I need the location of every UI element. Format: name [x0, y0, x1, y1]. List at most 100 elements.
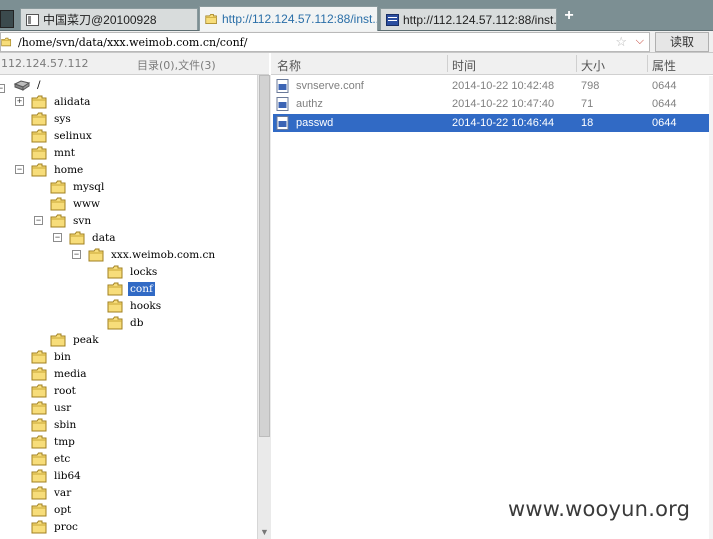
folder-icon — [31, 401, 48, 415]
host-label: 112.124.57.112 — [1, 57, 89, 70]
tree-node-opt[interactable]: opt — [31, 501, 73, 518]
tree-node-tmp[interactable]: tmp — [31, 433, 77, 450]
file-time: 2014-10-22 10:42:48 — [452, 80, 555, 92]
tree-node-label: xxx.weimob.com.cn — [111, 248, 216, 261]
folder-open-icon — [107, 282, 124, 296]
watermark: www.wooyun.org — [508, 497, 691, 521]
file-icon — [276, 79, 289, 93]
tree-node-mysql[interactable]: mysql — [50, 178, 106, 195]
column-divider[interactable] — [647, 55, 648, 72]
tree-node-db[interactable]: db — [107, 314, 145, 331]
tree-node-root[interactable]: root — [31, 382, 78, 399]
chevron-down-icon[interactable]: ⌵ — [636, 35, 644, 48]
folder-icon — [31, 112, 48, 126]
tree-node-label: home — [54, 163, 84, 176]
collapse-icon[interactable]: − — [53, 233, 62, 242]
column-divider[interactable] — [447, 55, 448, 72]
tree-node-media[interactable]: media — [31, 365, 89, 382]
column-divider[interactable] — [576, 55, 577, 72]
tree-node-hooks[interactable]: hooks — [107, 297, 163, 314]
column-header-name[interactable]: 名称 — [277, 57, 301, 74]
tree-node-sbin[interactable]: sbin — [31, 416, 78, 433]
tree-node-usr[interactable]: usr — [31, 399, 73, 416]
tree-node-alidata[interactable]: + alidata — [15, 93, 92, 110]
directory-tree: − / + alidata sys selinux mnt − home mys… — [0, 75, 257, 539]
tree-node-var[interactable]: var — [31, 484, 73, 501]
tree-node-conf[interactable]: conf — [107, 280, 155, 297]
tree-root[interactable]: − / — [0, 76, 43, 93]
tab-caidao[interactable]: 中国菜刀@20100928 — [20, 8, 198, 30]
collapse-icon[interactable]: − — [0, 84, 5, 93]
folder-icon — [1, 37, 12, 47]
folder-icon — [50, 197, 67, 211]
tree-node-label: media — [54, 367, 87, 380]
read-button[interactable]: 读取 — [655, 32, 709, 52]
folder-icon — [31, 469, 48, 483]
folder-icon — [107, 316, 124, 330]
bookmark-star-icon[interactable]: ☆ — [615, 34, 627, 50]
tree-node-etc[interactable]: etc — [31, 450, 72, 467]
tree-node-data[interactable]: − data — [53, 229, 117, 246]
collapse-icon[interactable]: − — [72, 250, 81, 259]
scroll-down-icon[interactable]: ▼ — [260, 527, 269, 537]
tree-node-bin[interactable]: bin — [31, 348, 73, 365]
column-header-attr[interactable]: 属性 — [652, 57, 676, 74]
column-header-size[interactable]: 大小 — [581, 57, 605, 74]
tree-node-label: conf — [128, 281, 155, 296]
file-row-authz[interactable]: authz 2014-10-22 10:47:40 71 0644 — [273, 95, 709, 113]
scrollbar-thumb[interactable] — [259, 75, 270, 437]
tree-node-locks[interactable]: locks — [107, 263, 159, 280]
tab-label: http://112.124.57.112:88/inst... — [222, 12, 378, 26]
folder-icon — [31, 350, 48, 364]
tree-node-label: mnt — [54, 146, 75, 159]
file-time: 2014-10-22 10:47:40 — [452, 98, 555, 110]
tree-node-label: opt — [54, 503, 72, 516]
collapse-icon[interactable]: − — [15, 165, 24, 174]
tree-node-mnt[interactable]: mnt — [31, 144, 77, 161]
tree-node-label: svn — [73, 214, 92, 227]
expand-icon[interactable]: + — [15, 97, 24, 106]
tree-node-label: sys — [54, 112, 71, 125]
tree-node-label: alidata — [54, 95, 91, 108]
new-tab-button[interactable]: + — [561, 8, 577, 24]
window-menu-button[interactable] — [0, 10, 14, 28]
drive-icon — [13, 79, 31, 91]
file-row-svnserve[interactable]: svnserve.conf 2014-10-22 10:42:48 798 06… — [273, 77, 709, 95]
file-attr: 0644 — [652, 117, 677, 129]
tree-node-label: root — [54, 384, 76, 397]
folder-icon — [107, 265, 124, 279]
folder-icon — [205, 13, 218, 25]
tab-url-active[interactable]: http://112.124.57.112:88/inst... — [199, 6, 378, 31]
file-row-passwd[interactable]: passwd 2014-10-22 10:46:44 18 0644 — [273, 114, 709, 132]
tree-node-proc[interactable]: proc — [31, 518, 80, 535]
path-text: /home/svn/data/xxx.weimob.com.cn/conf/ — [18, 35, 248, 49]
tree-node-selinux[interactable]: selinux — [31, 127, 94, 144]
tree-node-label: sbin — [54, 418, 77, 431]
tree-node-xxx-weimob[interactable]: − xxx.weimob.com.cn — [72, 246, 217, 263]
tab-url-database[interactable]: http://112.124.57.112:88/inst... — [380, 8, 557, 30]
collapse-icon[interactable]: − — [34, 216, 43, 225]
tree-node-label: hooks — [130, 299, 162, 312]
folder-icon — [50, 180, 67, 194]
tree-node-label: db — [130, 316, 144, 329]
file-size: 18 — [581, 117, 594, 129]
tab-label: http://112.124.57.112:88/inst... — [403, 12, 557, 27]
folder-icon — [50, 214, 67, 228]
tree-node-home[interactable]: − home — [15, 161, 85, 178]
tree-node-peak[interactable]: peak — [50, 331, 101, 348]
folder-icon — [31, 129, 48, 143]
path-input[interactable]: /home/svn/data/xxx.weimob.com.cn/conf/ ☆… — [0, 32, 650, 52]
column-header-time[interactable]: 时间 — [452, 57, 476, 74]
tree-node-svn[interactable]: − svn — [34, 212, 93, 229]
tree-node-www[interactable]: www — [50, 195, 102, 212]
tree-node-label: etc — [54, 452, 71, 465]
path-bar: /home/svn/data/xxx.weimob.com.cn/conf/ ☆… — [0, 31, 713, 53]
tree-node-sys[interactable]: sys — [31, 110, 73, 127]
tree-node-label: lib64 — [54, 469, 81, 482]
tree-scrollbar[interactable]: ▼ — [257, 75, 271, 539]
folder-icon — [31, 418, 48, 432]
file-attr: 0644 — [652, 98, 677, 110]
tree-node-label: tmp — [54, 435, 75, 448]
file-list-header: 名称 时间 大小 属性 — [271, 53, 713, 75]
tree-node-lib64[interactable]: lib64 — [31, 467, 83, 484]
